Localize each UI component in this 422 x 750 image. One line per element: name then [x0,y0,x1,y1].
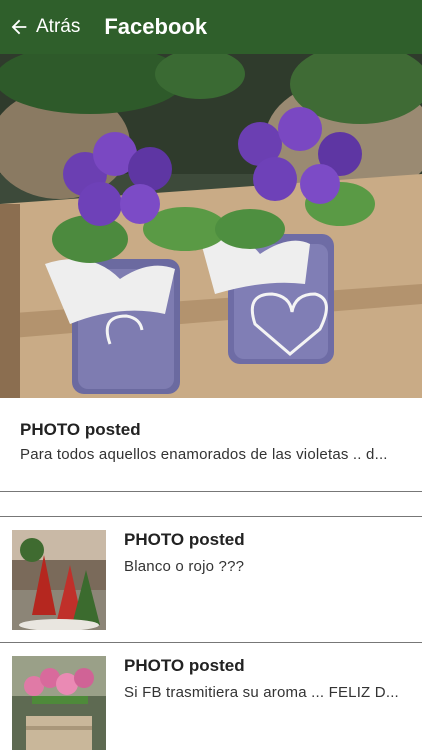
list-item[interactable]: PHOTO posted Blanco o rojo ??? [0,516,422,642]
post-thumbnail [12,530,106,630]
post-text: Si FB trasmitiera su aroma ... FELIZ D..… [124,684,399,701]
arrow-left-icon [8,16,30,38]
post-type: PHOTO posted [124,656,245,675]
post-text: Para todos aquellos enamorados de las vi… [20,446,388,463]
page-title: Facebook [104,14,208,39]
divider-gap [0,492,422,516]
post-type: PHOTO posted [20,420,141,439]
list-item[interactable]: PHOTO posted Si FB trasmitiera su aroma … [0,642,422,750]
post-thumbnail [12,656,106,750]
back-label: Atrás [36,16,81,37]
post-type: PHOTO posted [124,530,245,549]
top-bar: Atrás Facebook [0,0,422,54]
featured-post[interactable]: PHOTO posted Para todos aquellos enamora… [0,398,422,492]
featured-photo[interactable] [0,54,422,398]
post-text: Blanco o rojo ??? [124,558,245,575]
back-button[interactable]: Atrás [0,0,80,54]
